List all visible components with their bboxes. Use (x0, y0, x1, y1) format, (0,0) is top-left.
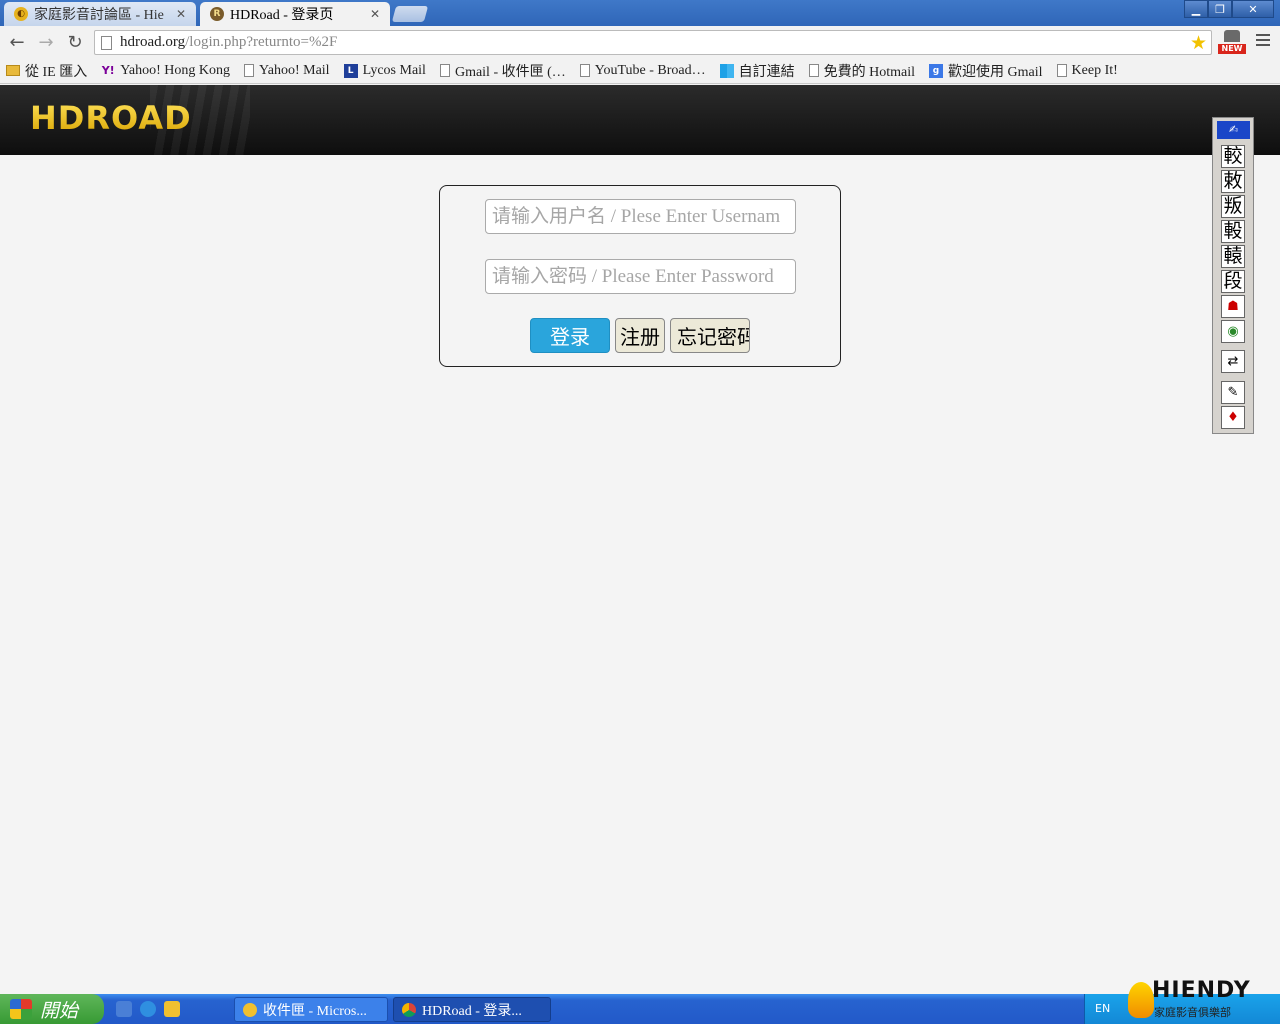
page-icon (244, 64, 255, 77)
url-path: /login.php?returnto=%2F (185, 34, 338, 50)
login-form: 登录 注册 忘记密码 (439, 185, 841, 367)
register-button[interactable]: 注册 (615, 318, 665, 353)
ghost-icon[interactable]: ☗ (1221, 295, 1245, 318)
ie-quicklaunch-icon[interactable] (140, 1001, 156, 1017)
bookmark-label: 自訂連結 (738, 64, 795, 80)
google-icon: g (929, 63, 944, 78)
site-header (0, 85, 1280, 155)
tab-title: 家庭影音討論區 - Hie (34, 8, 164, 23)
bookmark-hotmail[interactable]: 免費的 Hotmail (808, 61, 916, 81)
bookmark-custom-links[interactable]: 自訂連結 (719, 61, 795, 81)
bookmark-label: Lycos Mail (362, 62, 426, 78)
hiendy-watermark: HIENDY 家庭影音俱樂部 (1128, 978, 1278, 1022)
ime-char-button[interactable]: 敕 (1221, 170, 1245, 193)
taskbar-item-label: HDRoad - 登录... (422, 1003, 522, 1019)
ime-arrows-icon[interactable]: ⇄ (1221, 350, 1245, 373)
bookmark-label: Gmail - 收件匣 (… (454, 64, 566, 80)
tab-close-icon[interactable]: ✕ (368, 7, 382, 21)
tab-hiendy-forum[interactable]: ◐ 家庭影音討論區 - Hie ✕ (4, 2, 196, 26)
window-controls: ▁ ❐ ✕ (1184, 0, 1274, 18)
forgot-password-button[interactable]: 忘记密码 (670, 318, 750, 353)
ime-help-icon[interactable]: ♦ (1221, 406, 1245, 429)
globe-icon[interactable]: ◉ (1221, 320, 1245, 343)
extension-icon[interactable]: NEW (1218, 30, 1246, 54)
bookmarks-bar: 從 IE 匯入 Y! Yahoo! Hong Kong Yahoo! Mail L… (0, 58, 1280, 84)
username-input[interactable] (485, 199, 796, 234)
bookmark-youtube[interactable]: YouTube - Broad… (579, 62, 706, 79)
tab-title: HDRoad - 登录页 (230, 8, 334, 23)
chrome-menu-icon[interactable] (1256, 34, 1270, 49)
ime-mode-icon[interactable]: ✍ (1217, 121, 1250, 139)
forward-icon[interactable]: → (35, 31, 57, 53)
bookmark-label: 歡迎使用 Gmail (948, 64, 1043, 80)
tab-close-icon[interactable]: ✕ (174, 7, 188, 21)
start-button[interactable]: 開始 (0, 994, 104, 1024)
hdroad-favicon-icon: R (210, 7, 224, 21)
restore-icon[interactable]: ❐ (1208, 0, 1232, 18)
browser-toolbar: ← → ↻ hdroad.org/login.php?returnto=%2F … (0, 26, 1280, 58)
taskbar-item-outlook[interactable]: 收件匣 - Micros... (234, 997, 388, 1022)
bookmark-yahoo-hk[interactable]: Y! Yahoo! Hong Kong (101, 63, 230, 79)
bookmark-label: Yahoo! Mail (259, 62, 330, 78)
bookmark-gmail-inbox[interactable]: Gmail - 收件匣 (… (439, 61, 566, 81)
ime-char-button[interactable]: 轅 (1221, 245, 1245, 268)
browser-titlebar: ◐ 家庭影音討論區 - Hie ✕ R HDRoad - 登录页 ✕ ▁ ❐ ✕ (0, 0, 1280, 26)
ime-toolbar: ✍ 較 敕 叛 軗 轅 段 ☗ ◉ ⇄ ✎ ♦ (1212, 117, 1254, 434)
windows-logo-icon (10, 999, 32, 1019)
page-icon (439, 64, 450, 77)
window-close-icon[interactable]: ✕ (1232, 0, 1274, 18)
bookmark-label: YouTube - Broad… (594, 62, 706, 78)
hiendy-subtitle: 家庭影音俱樂部 (1154, 1006, 1231, 1019)
bookmark-star-icon[interactable]: ★ (1190, 32, 1207, 54)
chrome-icon (402, 1002, 416, 1017)
extension-graphic (1224, 30, 1240, 42)
bookmark-welcome-gmail[interactable]: g 歡迎使用 Gmail (929, 61, 1043, 81)
outlook-quicklaunch-icon[interactable] (116, 1001, 132, 1017)
windows-taskbar: 開始 收件匣 - Micros... HDRoad - 登录... EN (0, 994, 1280, 1024)
address-bar[interactable]: hdroad.org/login.php?returnto=%2F ★ (94, 30, 1212, 55)
taskbar-item-label: 收件匣 - Micros... (263, 1003, 367, 1019)
password-input[interactable] (485, 259, 796, 294)
hiendy-brand: HIENDY (1152, 978, 1251, 1003)
lycos-icon: L (343, 63, 358, 78)
ime-char-button[interactable]: 叛 (1221, 195, 1245, 218)
outlook-icon (243, 1002, 257, 1017)
back-icon[interactable]: ← (6, 31, 28, 53)
page-icon (101, 35, 112, 50)
reload-icon[interactable]: ↻ (64, 31, 86, 53)
bookmark-label: Keep It! (1071, 62, 1118, 78)
bookmark-import-ie[interactable]: 從 IE 匯入 (6, 61, 87, 81)
new-tab-button[interactable] (391, 6, 429, 22)
folder-icon (6, 65, 20, 76)
bookmark-label: 免費的 Hotmail (823, 64, 916, 80)
hiendy-logo-icon (1128, 982, 1154, 1018)
hiendy-favicon-icon: ◐ (14, 7, 28, 21)
bookmark-label: Yahoo! Hong Kong (120, 62, 231, 78)
ime-char-button[interactable]: 軗 (1221, 220, 1245, 243)
extension-new-badge: NEW (1218, 44, 1246, 54)
page-icon (579, 64, 590, 77)
page-icon (808, 64, 819, 77)
url-host: hdroad.org (120, 34, 186, 50)
clock-quicklaunch-icon[interactable] (164, 1001, 180, 1017)
pen-icon[interactable]: ✎ (1221, 381, 1245, 404)
site-logo[interactable]: HDROAD (30, 99, 192, 137)
tab-hdroad-login[interactable]: R HDRoad - 登录页 ✕ (200, 2, 390, 26)
bookmark-keep-it[interactable]: Keep It! (1056, 62, 1118, 79)
taskbar-item-chrome[interactable]: HDRoad - 登录... (393, 997, 551, 1022)
bookmark-label: 從 IE 匯入 (25, 64, 88, 80)
page-icon (1056, 64, 1067, 77)
bookmark-yahoo-mail[interactable]: Yahoo! Mail (244, 63, 330, 79)
yahoo-icon: Y! (101, 64, 115, 77)
bookmark-lycos-mail[interactable]: L Lycos Mail (343, 62, 426, 79)
ime-char-button[interactable]: 較 (1221, 145, 1245, 168)
ime-char-button[interactable]: 段 (1221, 270, 1245, 293)
language-indicator[interactable]: EN (1095, 1002, 1110, 1015)
minimize-icon[interactable]: ▁ (1184, 0, 1208, 18)
login-button[interactable]: 登录 (530, 318, 610, 353)
windows-icon (719, 63, 734, 78)
start-label: 開始 (40, 999, 79, 1022)
